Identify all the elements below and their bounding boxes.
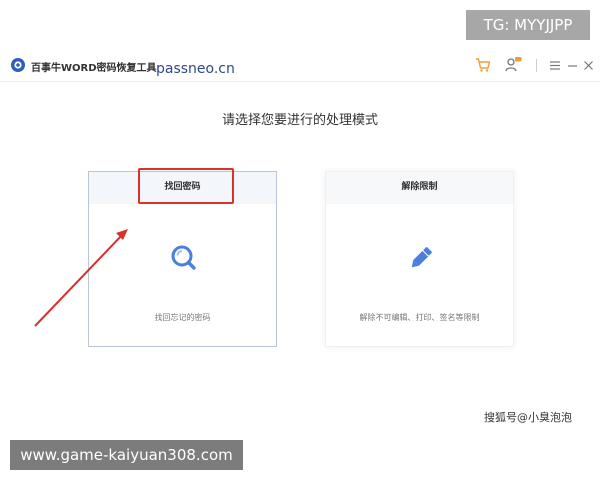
menu-icon[interactable] xyxy=(546,56,564,74)
url-banner: www.game-kaiyuan308.com xyxy=(10,440,243,470)
tg-badge: TG: MYYJJPP xyxy=(466,10,590,40)
remove-restrictions-card[interactable]: 解除限制 解除不可编辑、打印、签名等限制 xyxy=(325,171,514,347)
title-bar: 百事牛WORD密码恢复工具 passneo.cn xyxy=(0,50,600,82)
mode-prompt: 请选择您要进行的处理模式 xyxy=(221,113,378,128)
user-icon[interactable] xyxy=(504,56,522,74)
titlebar-divider xyxy=(536,59,537,72)
sohu-watermark: 搜狐号@小臭泡泡 xyxy=(484,411,572,424)
annotation-highlight-box xyxy=(138,168,234,204)
recover-password-description: 找回忘记的密码 xyxy=(154,313,211,322)
close-icon[interactable] xyxy=(580,56,598,74)
remove-restrictions-description: 解除不可编辑、打印、签名等限制 xyxy=(359,313,480,322)
magnifier-icon xyxy=(171,245,196,270)
remove-restrictions-title: 解除限制 xyxy=(326,172,513,204)
cart-icon[interactable] xyxy=(474,56,492,74)
site-label: passneo.cn xyxy=(156,61,235,77)
app-title: 百事牛WORD密码恢复工具 xyxy=(31,63,157,74)
app-logo-icon xyxy=(11,58,25,72)
pencil-icon xyxy=(411,247,432,268)
